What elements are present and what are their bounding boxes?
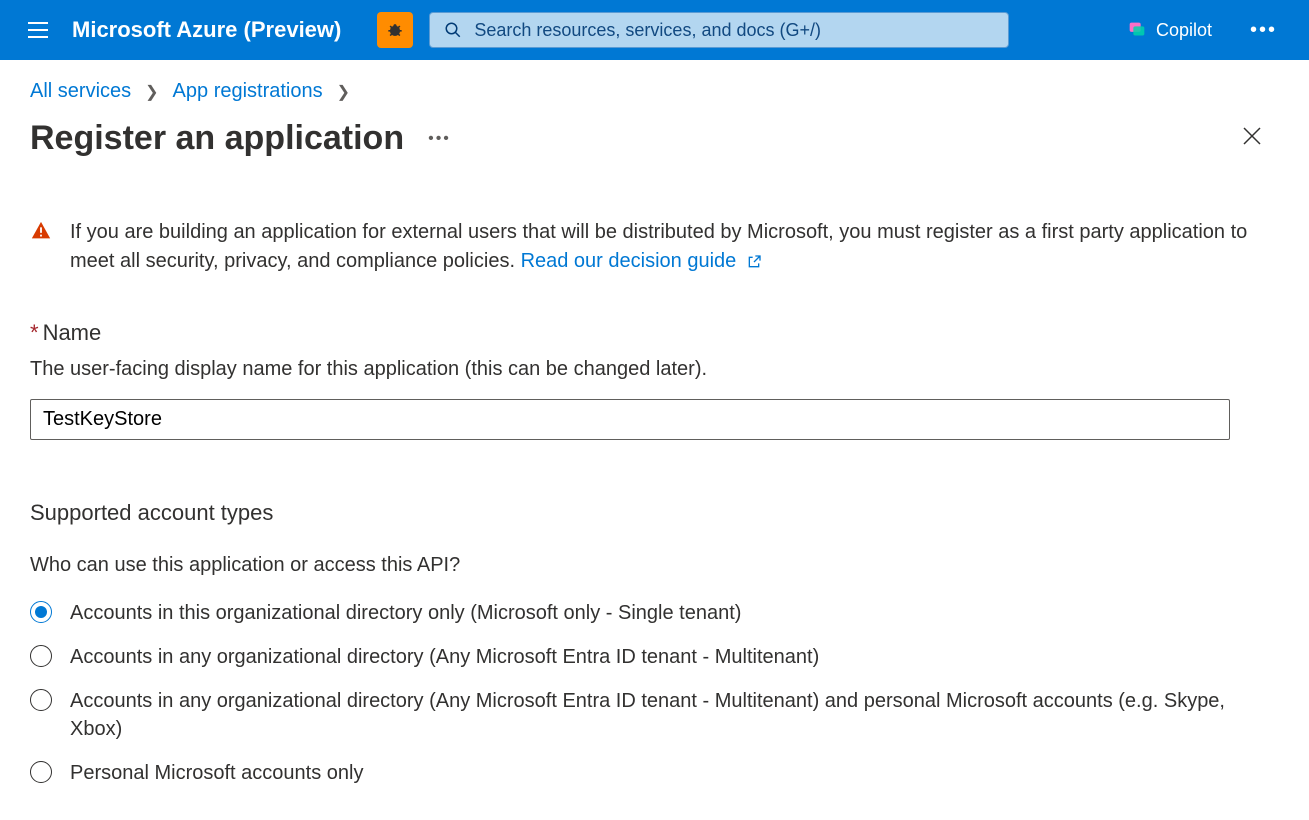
copilot-button[interactable]: Copilot	[1116, 19, 1222, 41]
account-types-title: Supported account types	[30, 500, 1271, 526]
warning-icon	[30, 220, 52, 242]
radio-button[interactable]	[30, 601, 52, 623]
breadcrumb-all-services[interactable]: All services	[30, 80, 131, 103]
chevron-right-icon: ❯	[145, 82, 158, 102]
account-types-question: Who can use this application or access t…	[30, 554, 1271, 577]
page-title-row: Register an application •••	[30, 119, 1279, 158]
hamburger-icon	[28, 22, 48, 38]
search-box[interactable]	[429, 12, 1009, 48]
content-area: All services ❯ App registrations ❯ Regis…	[0, 60, 1309, 807]
account-type-option-1[interactable]: Accounts in any organizational directory…	[30, 643, 1271, 671]
name-hint: The user-facing display name for this ap…	[30, 358, 1271, 381]
form-scroll-area: If you are building an application for e…	[30, 218, 1279, 787]
required-star: *	[30, 320, 39, 345]
chevron-right-icon: ❯	[337, 82, 350, 102]
copilot-label: Copilot	[1156, 20, 1212, 41]
account-type-option-3[interactable]: Personal Microsoft accounts only	[30, 759, 1271, 787]
radio-button[interactable]	[30, 645, 52, 667]
account-type-option-2[interactable]: Accounts in any organizational directory…	[30, 687, 1271, 743]
breadcrumb: All services ❯ App registrations ❯	[30, 80, 1279, 103]
page-more-button[interactable]: •••	[428, 130, 451, 148]
warning-banner: If you are building an application for e…	[30, 218, 1271, 276]
page-title: Register an application	[30, 119, 404, 158]
radio-label: Accounts in any organizational directory…	[70, 643, 819, 671]
radio-button[interactable]	[30, 761, 52, 783]
radio-button[interactable]	[30, 689, 52, 711]
search-icon	[444, 21, 462, 39]
search-input[interactable]	[474, 20, 994, 41]
brand-label[interactable]: Microsoft Azure (Preview)	[72, 17, 341, 43]
header-more-button[interactable]: •••	[1238, 11, 1289, 50]
radio-label: Accounts in this organizational director…	[70, 599, 741, 627]
close-icon	[1243, 127, 1261, 145]
top-header: Microsoft Azure (Preview) Copilot •••	[0, 0, 1309, 60]
external-link-icon	[746, 254, 762, 270]
breadcrumb-app-registrations[interactable]: App registrations	[173, 80, 323, 103]
radio-label: Accounts in any organizational directory…	[70, 687, 1271, 743]
close-button[interactable]	[1235, 119, 1269, 158]
name-input[interactable]	[30, 399, 1230, 440]
warning-text: If you are building an application for e…	[70, 218, 1271, 276]
account-type-option-0[interactable]: Accounts in this organizational director…	[30, 599, 1271, 627]
debug-button[interactable]	[377, 12, 413, 48]
copilot-icon	[1126, 19, 1148, 41]
radio-label: Personal Microsoft accounts only	[70, 759, 363, 787]
name-label: *Name	[30, 320, 1271, 346]
decision-guide-link[interactable]: Read our decision guide	[521, 250, 737, 272]
bug-icon	[385, 20, 405, 40]
account-types-radio-group: Accounts in this organizational director…	[30, 599, 1271, 787]
hamburger-menu[interactable]	[20, 14, 56, 46]
